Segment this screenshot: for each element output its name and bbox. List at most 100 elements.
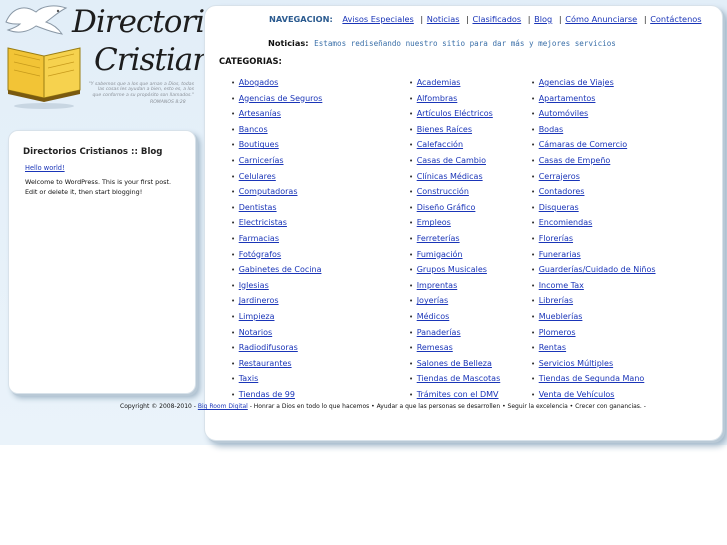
category-link[interactable]: Bodas (539, 125, 564, 134)
bullet-icon: • (231, 312, 236, 321)
category-link[interactable]: Mueblerías (539, 312, 583, 321)
category-link[interactable]: Income Tax (539, 281, 584, 290)
category-link[interactable]: Guarderías/Cuidado de Niños (539, 265, 656, 274)
category-link[interactable]: Bancos (239, 125, 268, 134)
news-ticker: Noticias: Estamos rediseñando nuestro si… (268, 38, 616, 48)
bullet-icon: • (409, 172, 414, 181)
bullet-icon: • (231, 203, 236, 212)
category-link[interactable]: Bienes Raíces (417, 125, 472, 134)
category-link[interactable]: Florerías (539, 234, 573, 243)
category-link[interactable]: Imprentas (417, 281, 458, 290)
category-link[interactable]: Disqueras (539, 203, 579, 212)
category-item: • Cerrajeros (531, 171, 656, 187)
category-link[interactable]: Venta de Vehículos (539, 390, 615, 399)
category-link[interactable]: Joyerías (417, 296, 449, 305)
category-link[interactable]: Fumigación (417, 250, 463, 259)
category-item: • Rentas (531, 342, 656, 358)
category-link[interactable]: Ferreterías (417, 234, 460, 243)
bullet-icon: • (409, 359, 414, 368)
category-link[interactable]: Contadores (539, 187, 585, 196)
category-item: • Bodas (531, 124, 656, 140)
category-link[interactable]: Farmacias (239, 234, 279, 243)
category-link[interactable]: Apartamentos (539, 94, 596, 103)
category-link[interactable]: Alfombras (417, 94, 458, 103)
category-link[interactable]: Tiendas de 99 (239, 390, 295, 399)
bullet-icon: • (231, 234, 236, 243)
category-item: • Agencias de Viajes (531, 77, 656, 93)
category-link[interactable]: Jardineros (239, 296, 279, 305)
category-item: • Encomiendas (531, 217, 656, 233)
footer-company-link[interactable]: Big Room Digital (198, 403, 248, 410)
category-link[interactable]: Dentistas (239, 203, 277, 212)
category-link[interactable]: Carnicerías (239, 156, 284, 165)
category-link[interactable]: Diseño Gráfico (417, 203, 476, 212)
category-link[interactable]: Casas de Cambio (417, 156, 486, 165)
category-link[interactable]: Notarios (239, 328, 273, 337)
bullet-icon: • (531, 328, 536, 337)
category-item: • Iglesias (231, 280, 322, 296)
nav-link-contactenos[interactable]: Contáctenos (650, 14, 701, 24)
category-link[interactable]: Salones de Belleza (417, 359, 492, 368)
category-link[interactable]: Grupos Musicales (417, 265, 487, 274)
bullet-icon: • (231, 110, 236, 119)
category-link[interactable]: Plomeros (539, 328, 576, 337)
category-link[interactable]: Abogados (239, 78, 279, 87)
category-item: • Guarderías/Cuidado de Niños (531, 264, 656, 280)
category-link[interactable]: Artículos Eléctricos (417, 109, 493, 118)
site-logo[interactable]: Directorios Cristianos "Y sabemos que a … (0, 0, 245, 112)
nav-link-blog[interactable]: Blog (534, 14, 552, 24)
category-link[interactable]: Clínicas Médicas (417, 172, 483, 181)
category-link[interactable]: Empleos (417, 218, 451, 227)
category-link[interactable]: Academias (417, 78, 461, 87)
category-link[interactable]: Cámaras de Comercio (539, 140, 627, 149)
category-item: • Jardineros (231, 295, 322, 311)
category-link[interactable]: Artesanías (239, 109, 281, 118)
category-link[interactable]: Taxis (239, 374, 259, 383)
nav-link-como-anunciarse[interactable]: Cómo Anunciarse (565, 14, 637, 24)
bullet-icon: • (231, 188, 236, 197)
category-link[interactable]: Panaderías (417, 328, 461, 337)
bullet-icon: • (531, 156, 536, 165)
category-link[interactable]: Calefacción (417, 140, 463, 149)
category-item: • Calefacción (409, 139, 500, 155)
category-link[interactable]: Encomiendas (539, 218, 593, 227)
category-link[interactable]: Rentas (539, 343, 566, 352)
category-column-2: • Academias • Alfombras • Artículos Eléctr… (409, 77, 500, 404)
category-link[interactable]: Agencias de Viajes (539, 78, 614, 87)
category-link[interactable]: Remesas (417, 343, 453, 352)
category-link[interactable]: Celulares (239, 172, 276, 181)
category-link[interactable]: Servicios Múltiples (539, 359, 613, 368)
nav-link-clasificados[interactable]: Clasificados (472, 14, 521, 24)
category-link[interactable]: Tiendas de Mascotas (417, 374, 501, 383)
category-link[interactable]: Limpieza (239, 312, 275, 321)
category-link[interactable]: Funerarias (539, 250, 581, 259)
category-link[interactable]: Médicos (417, 312, 450, 321)
category-link[interactable]: Cerrajeros (539, 172, 580, 181)
category-item: • Notarios (231, 327, 322, 343)
category-item: • Médicos (409, 311, 500, 327)
category-link[interactable]: Casas de Empeño (539, 156, 611, 165)
category-item: • Bancos (231, 124, 322, 140)
category-link[interactable]: Radiodifusoras (239, 343, 298, 352)
category-link[interactable]: Construcción (417, 187, 469, 196)
bullet-icon: • (231, 172, 236, 181)
bullet-icon: • (231, 328, 236, 337)
category-link[interactable]: Boutiques (239, 140, 279, 149)
category-link[interactable]: Electricistas (239, 218, 287, 227)
category-link[interactable]: Trámites con el DMV (417, 390, 499, 399)
category-link[interactable]: Fotógrafos (239, 250, 281, 259)
category-link[interactable]: Restaurantes (239, 359, 292, 368)
nav-link-noticias[interactable]: Noticias (427, 14, 460, 24)
category-link[interactable]: Librerías (539, 296, 573, 305)
category-item: • Dentistas (231, 202, 322, 218)
open-book-icon (7, 47, 81, 109)
category-link[interactable]: Computadoras (239, 187, 298, 196)
category-link[interactable]: Gabinetes de Cocina (239, 265, 322, 274)
nav-link-avisos-especiales[interactable]: Avisos Especiales (342, 14, 413, 24)
category-link[interactable]: Automóviles (539, 109, 589, 118)
category-link[interactable]: Iglesias (239, 281, 269, 290)
category-link[interactable]: Tiendas de Segunda Mano (539, 374, 645, 383)
blog-post-link[interactable]: Hello world! (25, 164, 65, 172)
category-item: • Funerarias (531, 249, 656, 265)
category-link[interactable]: Agencias de Seguros (239, 94, 323, 103)
